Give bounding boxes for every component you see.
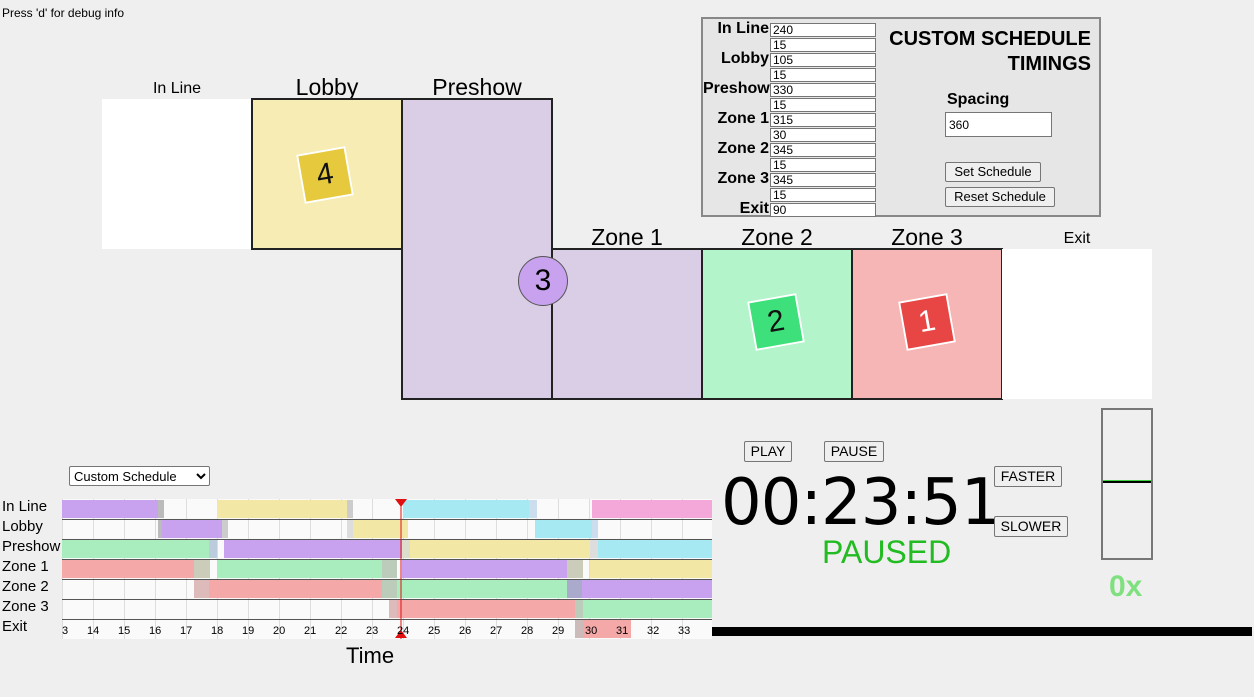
spacing-input[interactable] [945,112,1052,137]
schedule-label-lobby: Lobby [721,50,769,67]
zone2-label: Zone 2 [741,224,813,250]
custom-schedule-panel: In Line Lobby Preshow Zone 1 Zone 2 Zone… [701,17,1101,217]
faster-button[interactable]: FASTER [994,466,1062,487]
lobby-duration-input[interactable] [770,53,876,67]
timeline-row-label: Preshow [2,538,61,555]
preshow-duration-input[interactable] [770,83,876,97]
set-schedule-button[interactable]: Set Schedule [945,162,1041,182]
time-tick: 28 [521,625,534,637]
timeline-row-label: Zone 2 [2,578,49,595]
schedule-label-exit: Exit [739,200,769,217]
time-tick: 30 [585,625,598,637]
zone3-gap-input[interactable] [770,188,876,202]
exit-room [1002,249,1152,399]
time-tick: 14 [87,625,100,637]
time-tick: 27 [490,625,503,637]
time-tick: 21 [304,625,317,637]
exit-label: Exit [1063,230,1091,247]
group-token-2: 2 [747,293,805,351]
timeline-row-label: Lobby [2,518,43,535]
in-line-gap-input[interactable] [770,38,876,52]
zone3-duration-input[interactable] [770,173,876,187]
zone1-gap-input[interactable] [770,128,876,142]
zone1-duration-input[interactable] [770,113,876,127]
preshow-label: Preshow [432,74,522,100]
debug-hint: Press 'd' for debug info [2,6,124,20]
speed-slider[interactable] [1101,408,1153,560]
time-tick: 25 [428,625,441,637]
in-line-label: In Line [152,80,202,97]
time-axis-label: Time [346,643,395,668]
slower-button[interactable]: SLOWER [994,516,1068,537]
clock-display: 00:23:51 [721,466,1001,540]
zone1-label: Zone 1 [591,224,663,250]
progress-track [712,627,1252,636]
time-tick: 17 [180,625,193,637]
schedule-label-in-line: In Line [717,20,769,37]
time-tick: 20 [273,625,286,637]
panel-title-line1: CUSTOM SCHEDULE [889,28,1091,50]
group-token-3: 3 [518,256,568,306]
reset-schedule-button[interactable]: Reset Schedule [945,187,1055,207]
time-tick: 26 [459,625,472,637]
schedule-label-zone3: Zone 3 [717,170,769,187]
time-tick: 19 [242,625,255,637]
time-tick: 29 [552,625,565,637]
lobby-gap-input[interactable] [770,68,876,82]
timeline-row-label: Zone 3 [2,598,49,615]
schedule-label-zone2: Zone 2 [717,140,769,157]
pause-button[interactable]: PAUSE [824,441,884,462]
status-text: PAUSED [822,534,952,570]
spacing-label: Spacing [947,91,1010,108]
zone2-gap-input[interactable] [770,158,876,172]
time-tick: 15 [118,625,131,637]
time-tick: 24 [397,625,410,637]
speed-slider-indicator [1103,480,1151,481]
exit-duration-input[interactable] [770,203,876,217]
zone2-duration-input[interactable] [770,143,876,157]
speed-readout: 0x [1109,570,1143,603]
panel-title-line2: TIMINGS [1007,53,1091,75]
schedule-label-zone1: Zone 1 [717,110,769,127]
preshow-room [401,98,553,400]
time-tick: 16 [149,625,162,637]
zone3-label: Zone 3 [891,224,963,250]
schedule-select[interactable]: Custom Schedule [69,466,210,486]
speed-slider-handle[interactable] [1103,481,1151,483]
in-line-duration-input[interactable] [770,23,876,37]
play-button[interactable]: PLAY [744,441,792,462]
time-tick: 18 [211,625,224,637]
lobby-label: Lobby [295,74,359,100]
time-tick: 33 [678,625,691,637]
timeline-row-label: Exit [2,618,28,635]
schedule-timeline [62,499,712,639]
preshow-gap-input[interactable] [770,98,876,112]
in-line-room [102,99,252,249]
timeline-row-label: Zone 1 [2,558,49,575]
zone1-room [551,248,703,400]
group-token-1: 1 [898,293,956,351]
panel-title: CUSTOM SCHEDULE TIMINGS [889,27,1091,77]
time-tick: 22 [335,625,348,637]
timeline-row-label: In Line [2,498,48,515]
group-token-4: 4 [296,146,354,204]
time-tick: 31 [616,625,629,637]
time-tick: 23 [366,625,379,637]
time-tick: 3 [62,625,69,637]
time-tick: 32 [647,625,660,637]
schedule-label-preshow: Preshow [703,80,770,97]
